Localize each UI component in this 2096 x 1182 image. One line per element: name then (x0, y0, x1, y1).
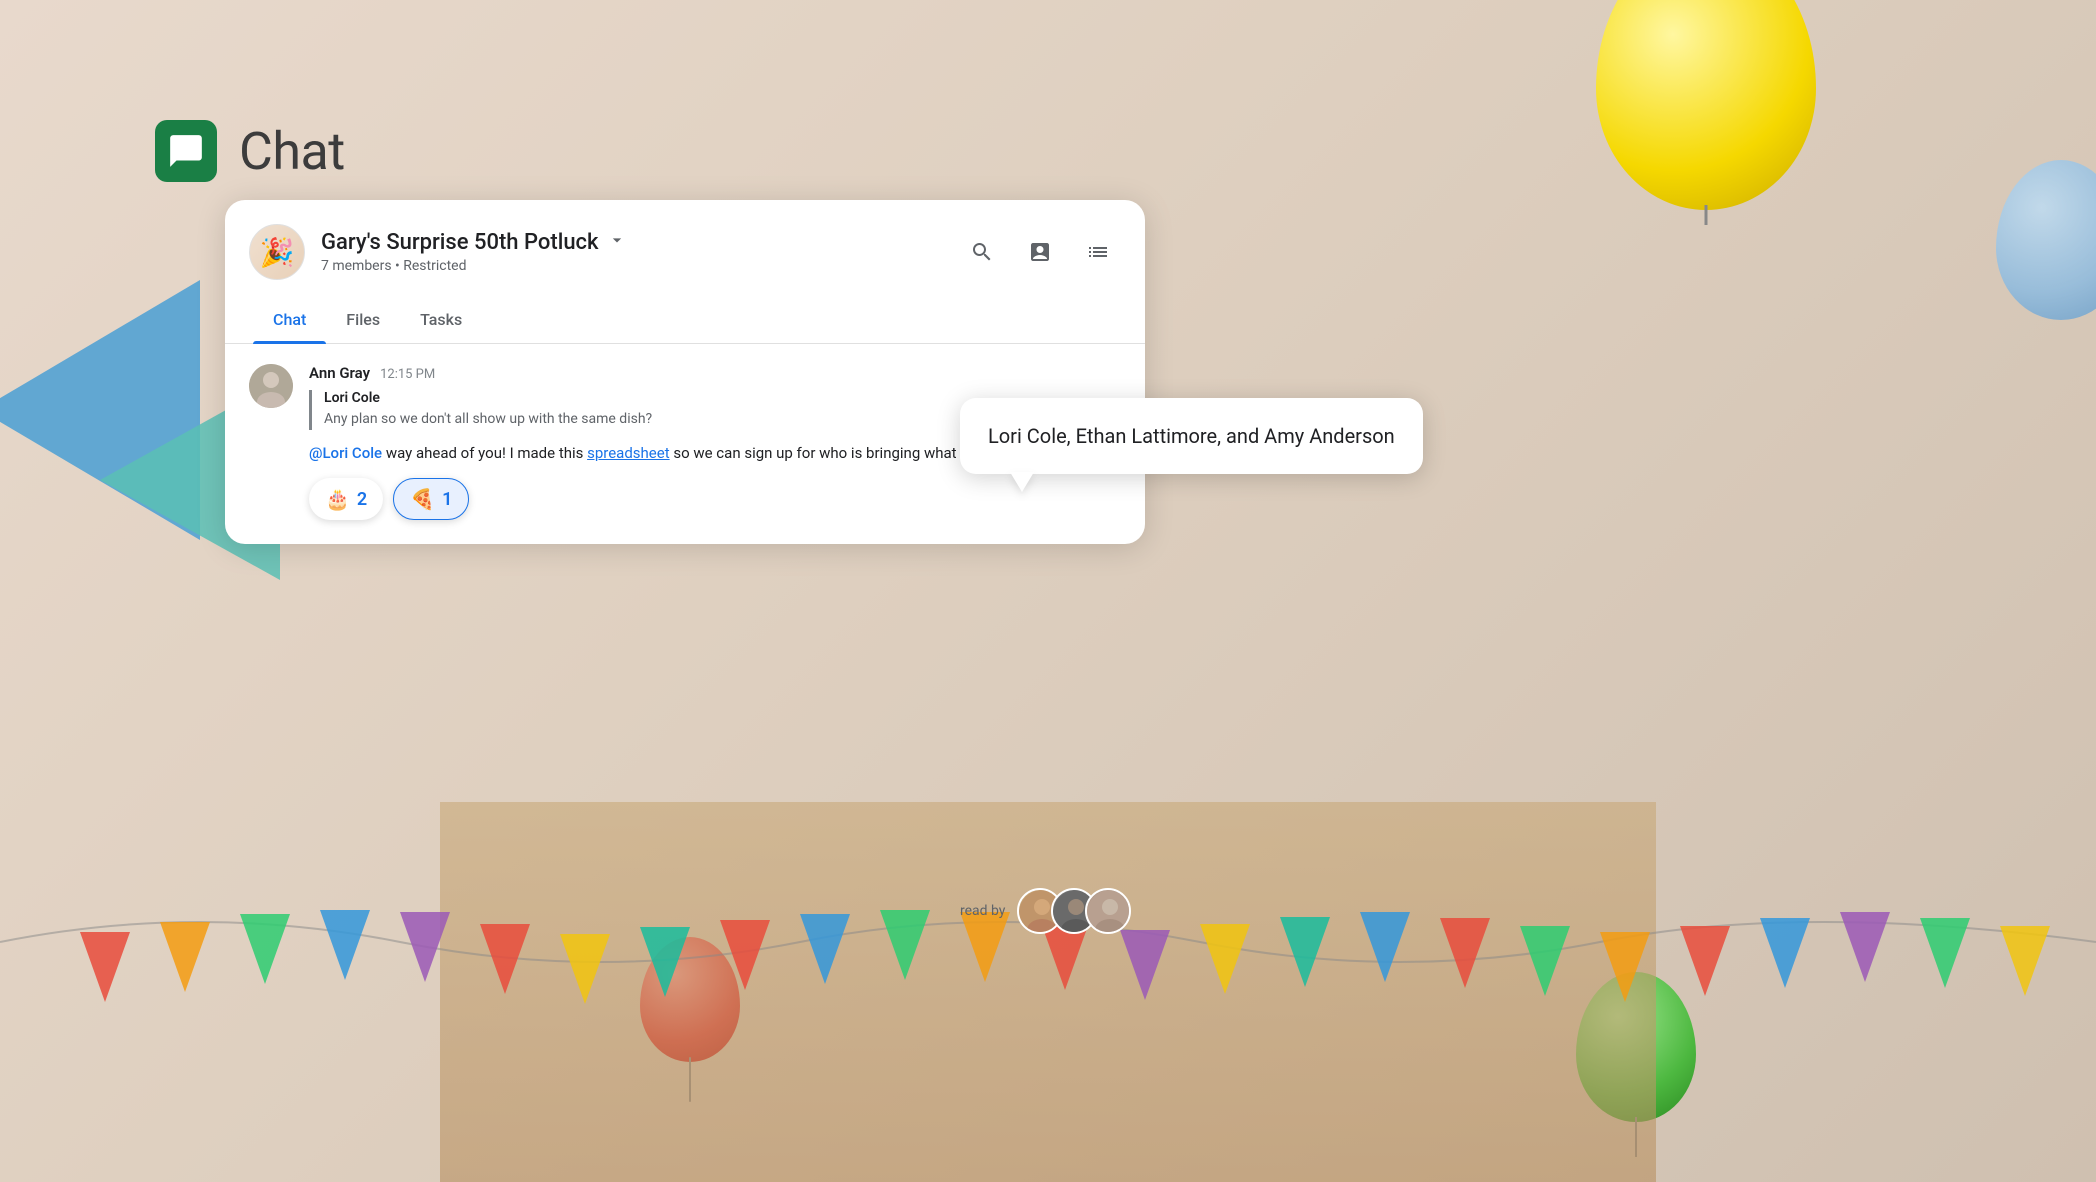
chat-logo-icon (155, 120, 217, 182)
list-icon (1086, 240, 1110, 264)
app-title: Chat (239, 121, 345, 182)
read-avatars (1017, 888, 1131, 934)
tab-files[interactable]: Files (326, 296, 400, 343)
message-text-part2: so we can sign up for who is bringing wh… (673, 444, 956, 462)
reaction-cake[interactable]: 🎂 2 (309, 478, 383, 520)
dropdown-icon[interactable] (607, 230, 627, 255)
read-by-section: read by (960, 888, 1131, 934)
card-header: 🎉 Gary's Surprise 50th Potluck 7 members… (225, 200, 1145, 296)
sender-avatar (249, 364, 293, 408)
tooltip-names: Lori Cole, Ethan Lattimore, and Amy Ande… (988, 422, 1395, 450)
sender-name: Ann Gray (309, 364, 370, 382)
group-name: Gary's Surprise 50th Potluck (321, 230, 599, 255)
list-button[interactable] (1079, 233, 1117, 271)
reactions: 🎂 2 🍕 1 (309, 478, 1121, 520)
group-avatar: 🎉 (249, 224, 305, 280)
group-meta: 7 members • Restricted (321, 258, 963, 274)
chat-bubble-icon (167, 132, 205, 170)
message-header: Ann Gray 12:15 PM (309, 364, 1121, 382)
tab-chat[interactable]: Chat (253, 296, 326, 343)
read-receipt-tooltip: Lori Cole, Ethan Lattimore, and Amy Ande… (960, 398, 1423, 474)
header-info: Gary's Surprise 50th Potluck 7 members •… (321, 230, 963, 274)
video-icon (1028, 240, 1052, 264)
reaction-pizza[interactable]: 🍕 1 (393, 478, 469, 520)
spreadsheet-link[interactable]: spreadsheet (587, 444, 670, 462)
video-button[interactable] (1021, 233, 1059, 271)
message-time: 12:15 PM (380, 367, 435, 382)
avatar-image (249, 364, 293, 408)
header-actions (963, 233, 1117, 271)
reaction-cake-count: 2 (357, 489, 367, 510)
search-icon (970, 240, 994, 264)
reaction-pizza-emoji: 🍕 (410, 487, 435, 511)
read-by-label: read by (960, 903, 1005, 919)
reaction-pizza-count: 1 (442, 489, 452, 510)
chat-card: 🎉 Gary's Surprise 50th Potluck 7 members… (225, 200, 1145, 544)
reaction-cake-emoji: 🎂 (325, 487, 350, 511)
group-name-row: Gary's Surprise 50th Potluck (321, 230, 963, 255)
search-button[interactable] (963, 233, 1001, 271)
message-text-part1: way ahead of you! I made this (386, 444, 587, 462)
read-avatar-3 (1085, 888, 1131, 934)
app-header: Chat (155, 120, 345, 182)
tab-tasks[interactable]: Tasks (400, 296, 482, 343)
tab-bar: Chat Files Tasks (225, 296, 1145, 344)
mention-link[interactable]: @Lori Cole (309, 444, 382, 462)
